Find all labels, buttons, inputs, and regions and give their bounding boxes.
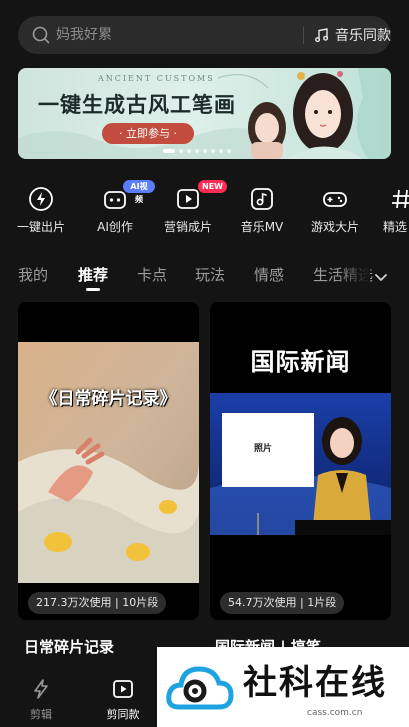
card-overlay-title: 《日常碎片记录》 bbox=[40, 389, 177, 409]
shortcut-ai-create[interactable]: AI视频 AI创作 bbox=[75, 180, 155, 235]
photo-placeholder-label: 照片 bbox=[254, 444, 273, 454]
lightning-icon bbox=[29, 187, 53, 211]
pagination-dot bbox=[203, 149, 207, 153]
search-input[interactable]: 妈我好累 bbox=[56, 16, 112, 54]
tab-gameplay[interactable]: 玩法 bbox=[195, 264, 225, 285]
gamepad-icon bbox=[323, 192, 347, 207]
tab-emotion[interactable]: 情感 bbox=[254, 264, 284, 285]
template-card[interactable]: 《日常碎片记录》 217.3万次使用 | 10片段 bbox=[18, 302, 199, 620]
shortcut-label: 营销成片 bbox=[163, 220, 212, 234]
watermark-url: cass.com.cn bbox=[307, 708, 363, 718]
cloud-logo-icon bbox=[166, 666, 234, 710]
tab-mine[interactable]: 我的 bbox=[18, 264, 48, 285]
banner-title: 一键生成古风工笔画 bbox=[38, 92, 236, 117]
promo-banner[interactable]: ANCIENT CUSTOMS 一键生成古风工笔画 · 立即参与 · bbox=[18, 68, 391, 159]
pagination-dot bbox=[187, 149, 191, 153]
search-bar[interactable]: 妈我好累 音乐同款 bbox=[18, 16, 391, 54]
card-usage-meta: 217.3万次使用 | 10片段 bbox=[28, 592, 167, 614]
shortcut-label: 游戏大片 bbox=[310, 220, 359, 234]
search-icon bbox=[32, 26, 50, 44]
scissors-icon bbox=[34, 679, 48, 699]
music-note-icon bbox=[251, 188, 273, 210]
usage-count: 217.3万次使用 bbox=[36, 596, 112, 609]
pagination-dot bbox=[211, 149, 215, 153]
pagination-dot bbox=[179, 149, 183, 153]
pagination-dot bbox=[227, 149, 231, 153]
banner-subtitle: ANCIENT CUSTOMS bbox=[98, 74, 215, 83]
tab-beat-sync[interactable]: 卡点 bbox=[137, 264, 167, 285]
nav-item-template[interactable]: 剪同款 bbox=[98, 678, 148, 722]
template-card[interactable]: 国际新闻 照片 54.7万次使用 | 1片段 bbox=[210, 302, 391, 620]
music-note-icon bbox=[315, 28, 329, 43]
banner-join-button[interactable]: · 立即参与 · bbox=[102, 123, 194, 144]
banner-pagination bbox=[163, 149, 231, 153]
shortcut-marketing[interactable]: NEW 营销成片 bbox=[148, 180, 228, 235]
music-same-label: 音乐同款 bbox=[335, 28, 391, 44]
shortcut-label: 一键出片 bbox=[16, 220, 65, 234]
category-tabs: 我的 推荐 卡点 玩法 情感 生活精选 bbox=[0, 262, 409, 292]
nav-label: 剪同款 bbox=[106, 708, 140, 721]
pagination-dot bbox=[219, 149, 223, 153]
pagination-dot bbox=[195, 149, 199, 153]
shortcut-music-mv[interactable]: 音乐MV bbox=[222, 180, 302, 235]
shortcut-one-click[interactable]: 一键出片 bbox=[1, 180, 81, 235]
shortcut-label: 精选 bbox=[383, 220, 408, 234]
play-frame-icon bbox=[177, 189, 199, 209]
card-news-headline: 国际新闻 bbox=[250, 348, 351, 376]
watermark-title: 社科在线 bbox=[243, 663, 387, 703]
card-usage-meta: 54.7万次使用 | 1片段 bbox=[220, 592, 345, 614]
nav-item-edit[interactable]: 剪辑 bbox=[16, 678, 66, 722]
clip-count: 10片段 bbox=[122, 596, 159, 609]
nav-label: 剪辑 bbox=[30, 708, 52, 721]
search-divider bbox=[303, 26, 304, 44]
active-tab-indicator bbox=[86, 288, 100, 291]
shortcut-row: 一键出片 AI视频 AI创作 NEW 营销成片 音乐MV 游戏大片 精选 bbox=[0, 180, 409, 240]
watermark: 社科在线 cass.com.cn bbox=[157, 647, 409, 727]
shortcut-game-video[interactable]: 游戏大片 bbox=[295, 180, 375, 235]
clip-count: 1片段 bbox=[307, 596, 337, 609]
shortcut-label: AI创作 bbox=[97, 220, 133, 234]
shortcut-featured[interactable]: 精选 bbox=[369, 180, 409, 235]
pagination-dot bbox=[163, 149, 175, 153]
template-icon bbox=[113, 680, 133, 698]
tab-recommended[interactable]: 推荐 bbox=[78, 264, 108, 285]
hash-icon bbox=[392, 189, 409, 209]
tabs-fade bbox=[336, 262, 370, 292]
usage-count: 54.7万次使用 bbox=[228, 596, 297, 609]
music-same-button[interactable]: 音乐同款 bbox=[314, 16, 391, 54]
card-thumbnail bbox=[210, 393, 391, 535]
card-thumbnail bbox=[18, 342, 199, 583]
chevron-down-icon[interactable] bbox=[370, 266, 392, 288]
shortcut-label: 音乐MV bbox=[240, 220, 284, 234]
